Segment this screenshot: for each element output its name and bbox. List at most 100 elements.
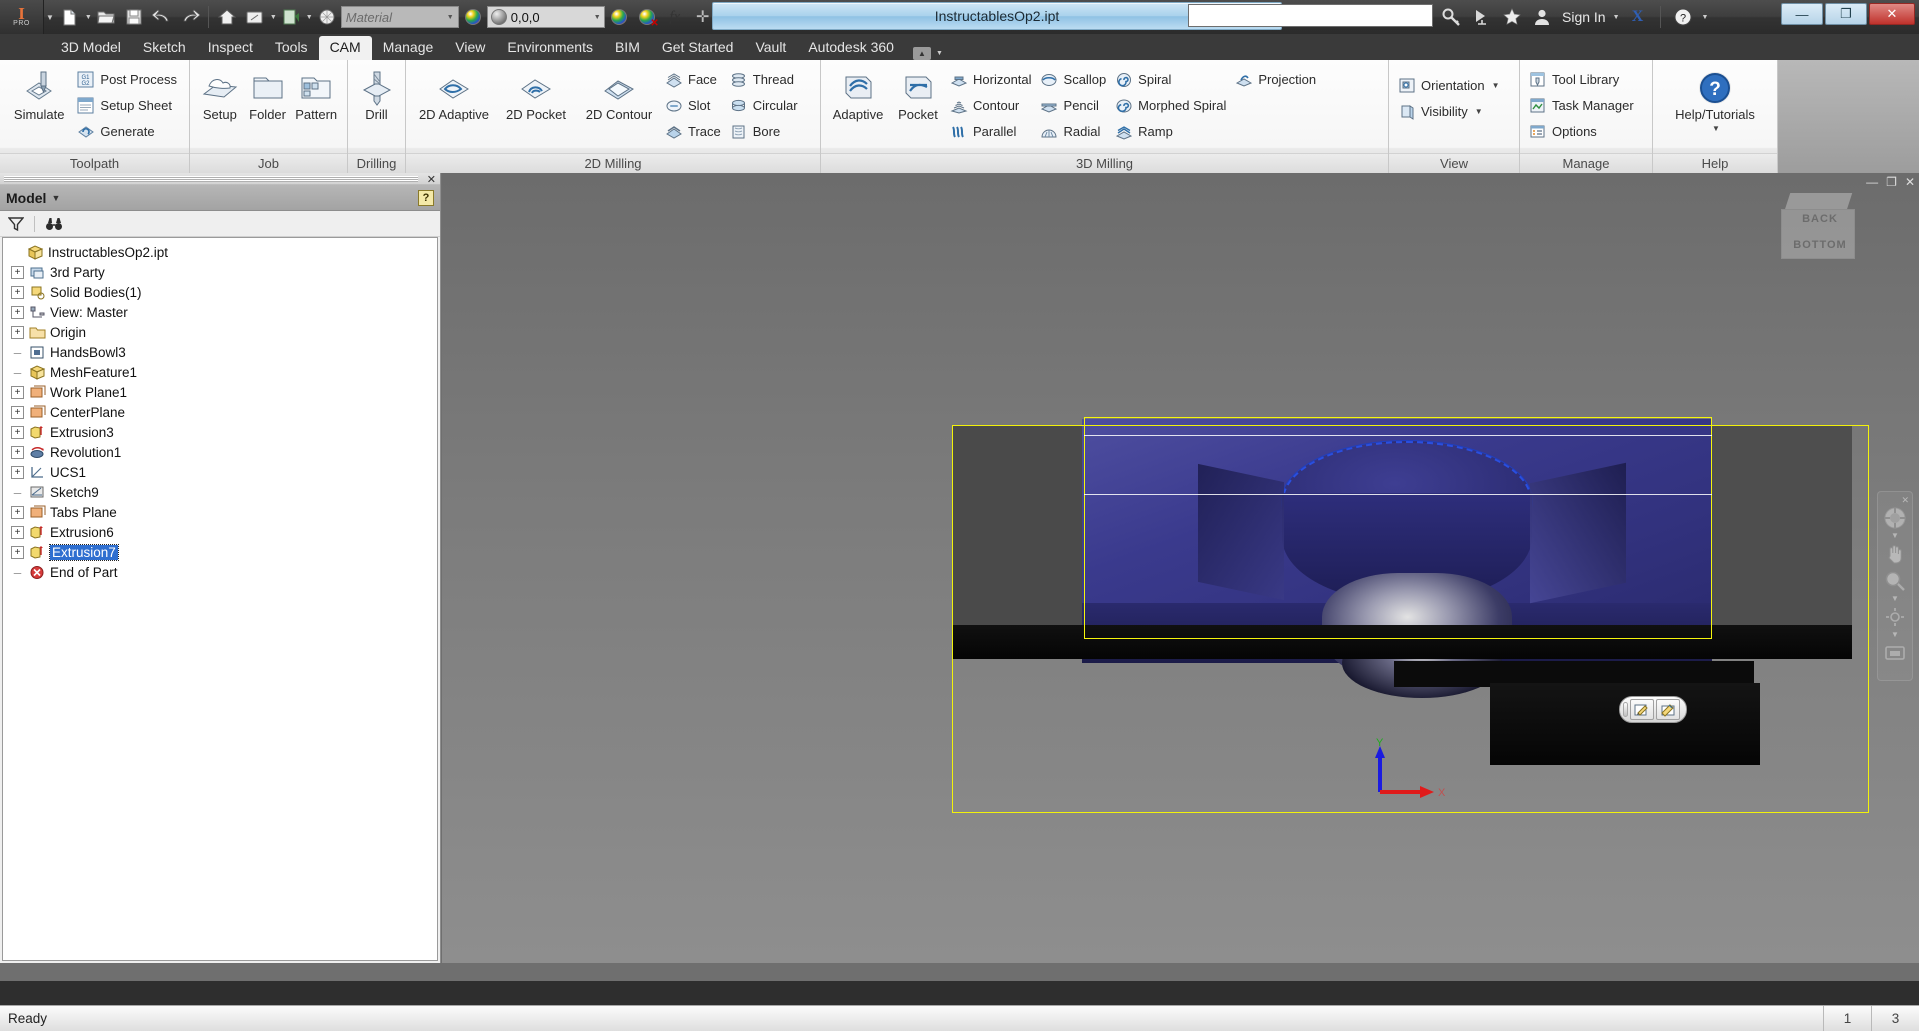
visibility-caret-icon[interactable]: ▼	[1475, 107, 1483, 116]
zoom-caret-icon[interactable]: ▼	[1891, 595, 1899, 603]
tab-vault[interactable]: Vault	[744, 36, 797, 60]
tab-environments[interactable]: Environments	[496, 36, 604, 60]
tab-tools[interactable]: Tools	[264, 36, 319, 60]
drill-button[interactable]: Drill	[354, 65, 399, 122]
application-menu-button[interactable]: I PRO	[0, 0, 44, 34]
help-caret-icon[interactable]: ▼	[1702, 14, 1709, 21]
tree-expander-icon[interactable]: +	[11, 265, 24, 279]
task-manager-button[interactable]: Task Manager	[1526, 93, 1640, 118]
in-canvas-mini-toolbar[interactable]	[1619, 696, 1687, 723]
tree-expander-icon[interactable]: +	[11, 285, 24, 299]
material-caret-icon[interactable]: ▼	[447, 14, 454, 21]
new-file-caret-icon[interactable]: ▼	[85, 14, 92, 21]
ribbon-collapse-caret-icon[interactable]: ▼	[936, 50, 943, 57]
adaptive-3d-button[interactable]: Adaptive	[827, 65, 889, 122]
radial-button[interactable]: Radial	[1038, 119, 1113, 144]
tree-node-work-plane1[interactable]: + Work Plane1	[3, 382, 437, 402]
browser-help-icon[interactable]: ?	[418, 189, 434, 206]
clear-appearance-icon[interactable]: ✕	[634, 4, 660, 30]
bore-button[interactable]: Bore	[727, 119, 804, 144]
tree-expander-icon[interactable]: +	[11, 425, 24, 439]
filter-icon[interactable]	[8, 216, 24, 232]
return-caret-icon[interactable]: ▼	[270, 14, 277, 21]
scallop-button[interactable]: Scallop	[1038, 67, 1113, 92]
tree-node-extrusion7[interactable]: + Extrusion7	[3, 542, 437, 562]
navigation-bar[interactable]: ✕ ▼ ▼ ▼	[1877, 491, 1913, 681]
tree-expander-icon[interactable]: +	[11, 445, 24, 459]
options-button[interactable]: Options	[1526, 119, 1640, 144]
contour-3d-button[interactable]: Contour	[947, 93, 1038, 118]
tab-bim[interactable]: BIM	[604, 36, 651, 60]
graphics-viewport[interactable]: — ❐ ✕ Y X BACK BOTTOM ✕ ▼ ▼ ▼	[442, 173, 1919, 963]
morphed-spiral-button[interactable]: Morphed Spiral	[1112, 93, 1232, 118]
tree-node-tabs-plane[interactable]: + Tabs Plane	[3, 502, 437, 522]
horizontal-button[interactable]: Horizontal	[947, 67, 1038, 92]
tree-node-ucs1[interactable]: + UCS1	[3, 462, 437, 482]
face-button[interactable]: Face	[662, 67, 727, 92]
tree-node-sketch9[interactable]: – Sketch9	[3, 482, 437, 502]
orientation-button[interactable]: Orientation ▼	[1395, 73, 1506, 98]
pattern-button[interactable]: Pattern	[291, 65, 341, 122]
pocket-2d-button[interactable]: 2D Pocket	[496, 65, 576, 122]
post-process-button[interactable]: G1 G2 Post Process	[74, 67, 183, 92]
setup-sheet-button[interactable]: Setup Sheet	[74, 93, 183, 118]
favorites-star-icon[interactable]	[1500, 5, 1524, 29]
setup-button[interactable]: Setup	[196, 65, 244, 122]
help-circle-icon[interactable]: ?	[1671, 5, 1695, 29]
contour-2d-button[interactable]: 2D Contour	[576, 65, 662, 122]
material-select[interactable]: Material ▼	[340, 6, 459, 28]
tree-expander-icon[interactable]: +	[11, 325, 24, 339]
tree-node-3rd-party[interactable]: + 3rd Party	[3, 262, 437, 282]
viewport-restore-button[interactable]: ❐	[1886, 175, 1897, 189]
ribbon-collapse-control[interactable]: ▲ ▼	[912, 47, 943, 60]
tab-inspect[interactable]: Inspect	[197, 36, 264, 60]
tree-node-extrusion6[interactable]: + Extrusion6	[3, 522, 437, 542]
view-cube[interactable]: BACK BOTTOM	[1775, 191, 1865, 261]
pan-hand-icon[interactable]	[1882, 541, 1908, 567]
steering-wheel-caret-icon[interactable]: ▼	[1891, 532, 1899, 540]
navigation-bar-close-icon[interactable]: ✕	[1901, 496, 1909, 505]
exchange-apps-icon[interactable]: X	[1626, 5, 1650, 29]
close-button[interactable]: ✕	[1869, 3, 1915, 25]
tab-sketch[interactable]: Sketch	[132, 36, 197, 60]
tree-expander-icon[interactable]: +	[11, 525, 24, 539]
model-tree[interactable]: InstructablesOp2.ipt + 3rd Party + Solid…	[2, 237, 438, 961]
tree-expander-icon[interactable]: +	[11, 405, 24, 419]
appearance-select[interactable]: 0,0,0 ▼	[486, 6, 605, 28]
tab-view[interactable]: View	[444, 36, 496, 60]
satellite-help-icon[interactable]	[1470, 5, 1494, 29]
thread-button[interactable]: Thread	[727, 67, 804, 92]
tree-node-view-master[interactable]: + View: Master	[3, 302, 437, 322]
tree-node-meshfeature1[interactable]: – MeshFeature1	[3, 362, 437, 382]
application-menu-caret-icon[interactable]: ▼	[46, 13, 54, 22]
tab-autodesk-360[interactable]: Autodesk 360	[797, 36, 905, 60]
redo-icon[interactable]	[177, 4, 203, 30]
search-key-icon[interactable]	[1440, 5, 1464, 29]
generate-button[interactable]: Generate	[74, 119, 183, 144]
tree-node-end-of-part[interactable]: – End of Part	[3, 562, 437, 582]
open-folder-icon[interactable]	[93, 4, 119, 30]
tree-node-part[interactable]: InstructablesOp2.ipt	[3, 242, 437, 262]
tab-3d-model[interactable]: 3D Model	[50, 36, 132, 60]
fx-parameters-icon[interactable]: fx	[662, 4, 688, 30]
help-tutorials-caret-icon[interactable]: ▼	[1712, 122, 1720, 136]
simulate-button[interactable]: Simulate	[6, 65, 72, 122]
look-at-icon[interactable]	[1882, 640, 1908, 666]
update-icon[interactable]	[278, 4, 304, 30]
tree-expander-icon[interactable]: +	[11, 505, 24, 519]
orbit-caret-icon[interactable]: ▼	[1891, 631, 1899, 639]
sign-in-caret-icon[interactable]: ▼	[1613, 14, 1620, 21]
browser-grip[interactable]: ✕	[0, 173, 440, 186]
spiral-button[interactable]: Spiral	[1112, 67, 1232, 92]
edit-sketch-icon[interactable]	[1630, 699, 1654, 720]
adjust-appearance-icon[interactable]	[606, 4, 632, 30]
steering-wheel-icon[interactable]	[1882, 505, 1908, 531]
tree-expander-icon[interactable]: +	[11, 305, 24, 319]
tool-library-button[interactable]: Tool Library	[1526, 67, 1640, 92]
tree-expander-icon[interactable]: +	[11, 545, 24, 559]
minimize-button[interactable]: —	[1781, 3, 1823, 25]
parallel-button[interactable]: Parallel	[947, 119, 1038, 144]
orbit-icon[interactable]	[1882, 604, 1908, 630]
viewport-minimize-button[interactable]: —	[1866, 175, 1878, 189]
binoculars-icon[interactable]	[45, 216, 63, 232]
